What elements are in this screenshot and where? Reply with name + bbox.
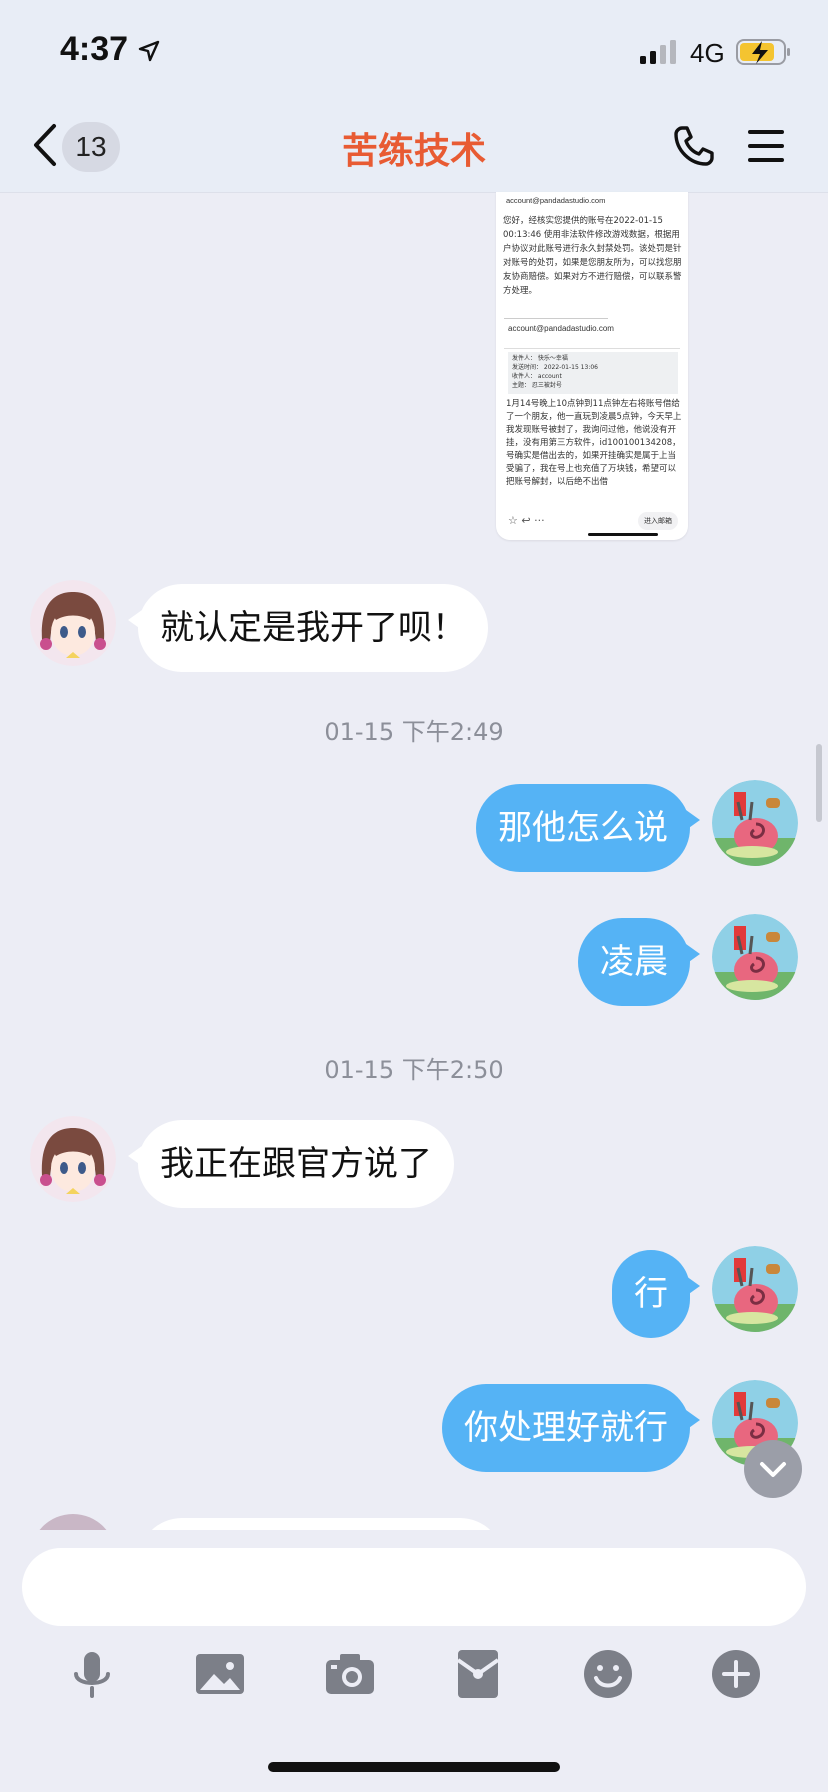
- email-screenshot-image[interactable]: account@pandadastudio.com 您好，经核实您提供的账号在2…: [496, 192, 688, 540]
- contact-avatar[interactable]: [30, 1116, 116, 1202]
- email-action-icons: ☆ ↩ ···: [508, 514, 545, 527]
- scroll-to-bottom-button[interactable]: [744, 1440, 802, 1498]
- chat-screen: 4:37 4G 13 苦练技术 account@pandadastudio.co…: [0, 0, 828, 1792]
- home-indicator: [588, 533, 658, 536]
- email-from-address: account@pandadastudio.com: [506, 196, 606, 205]
- message-timestamp: 01-15 下午2:50: [324, 1056, 504, 1084]
- email-meta-line: 收件人： account: [512, 373, 562, 380]
- message-bubble-incoming[interactable]: 就认定是我开了呗！: [128, 584, 488, 672]
- battery-charging-icon: [736, 38, 792, 70]
- message-bubble-outgoing[interactable]: 你处理好就行: [442, 1384, 700, 1472]
- status-bar: 4:37 4G: [0, 0, 828, 100]
- phone-icon[interactable]: [672, 124, 716, 168]
- email-meta-line: 主题： 忍三被封号: [512, 382, 562, 389]
- location-arrow-icon: [138, 40, 160, 66]
- status-time: 4:37: [60, 30, 129, 68]
- email-address-2: account@pandadastudio.com: [508, 324, 614, 333]
- message-bubble-outgoing[interactable]: 行: [612, 1250, 700, 1338]
- my-avatar[interactable]: [712, 914, 798, 1000]
- chat-header: 13 苦练技术: [0, 100, 828, 193]
- divider: [504, 318, 608, 319]
- email-paragraph-1: 您好，经核实您提供的账号在2022-01-15 00:13:46 使用非法软件修…: [503, 216, 682, 296]
- home-indicator: [268, 1762, 560, 1772]
- microphone-icon[interactable]: [64, 1646, 120, 1702]
- divider: [504, 348, 680, 349]
- message-bubble-outgoing[interactable]: 那他怎么说: [476, 784, 700, 872]
- message-bubble-incoming[interactable]: 我正在跟官方说了: [128, 1120, 454, 1208]
- chevron-down-icon: [760, 1462, 786, 1477]
- email-meta-box: 发件人： 快乐～幸福 发送时间： 2022-01-15 13:06 收件人： a…: [508, 352, 678, 394]
- message-timestamp: 01-15 下午2:49: [324, 718, 504, 746]
- contact-avatar[interactable]: [30, 580, 116, 666]
- open-inbox-button: 进入邮箱: [638, 512, 678, 530]
- plus-icon[interactable]: [708, 1646, 764, 1702]
- email-footer: ☆ ↩ ··· 进入邮箱: [496, 506, 688, 540]
- email-meta-line: 发送时间： 2022-01-15 13:06: [512, 364, 598, 371]
- red-packet-icon[interactable]: [450, 1646, 506, 1702]
- emoji-icon[interactable]: [580, 1646, 636, 1702]
- menu-icon[interactable]: [746, 128, 786, 164]
- input-area: [0, 1530, 828, 1792]
- signal-icon: [640, 40, 680, 68]
- image-icon[interactable]: [192, 1646, 248, 1702]
- my-avatar[interactable]: [712, 780, 798, 866]
- message-input[interactable]: [22, 1548, 806, 1626]
- message-bubble-outgoing[interactable]: 凌晨: [578, 918, 700, 1006]
- email-meta-line: 发件人： 快乐～幸福: [512, 355, 568, 362]
- scrollbar[interactable]: [816, 744, 822, 822]
- camera-icon[interactable]: [322, 1646, 378, 1702]
- my-avatar[interactable]: [712, 1246, 798, 1332]
- email-paragraph-2: 1月14号晚上10点钟到11点钟左右将账号借给了一个朋友，他一直玩到凌晨5点钟，…: [506, 399, 682, 487]
- network-label: 4G: [690, 38, 725, 68]
